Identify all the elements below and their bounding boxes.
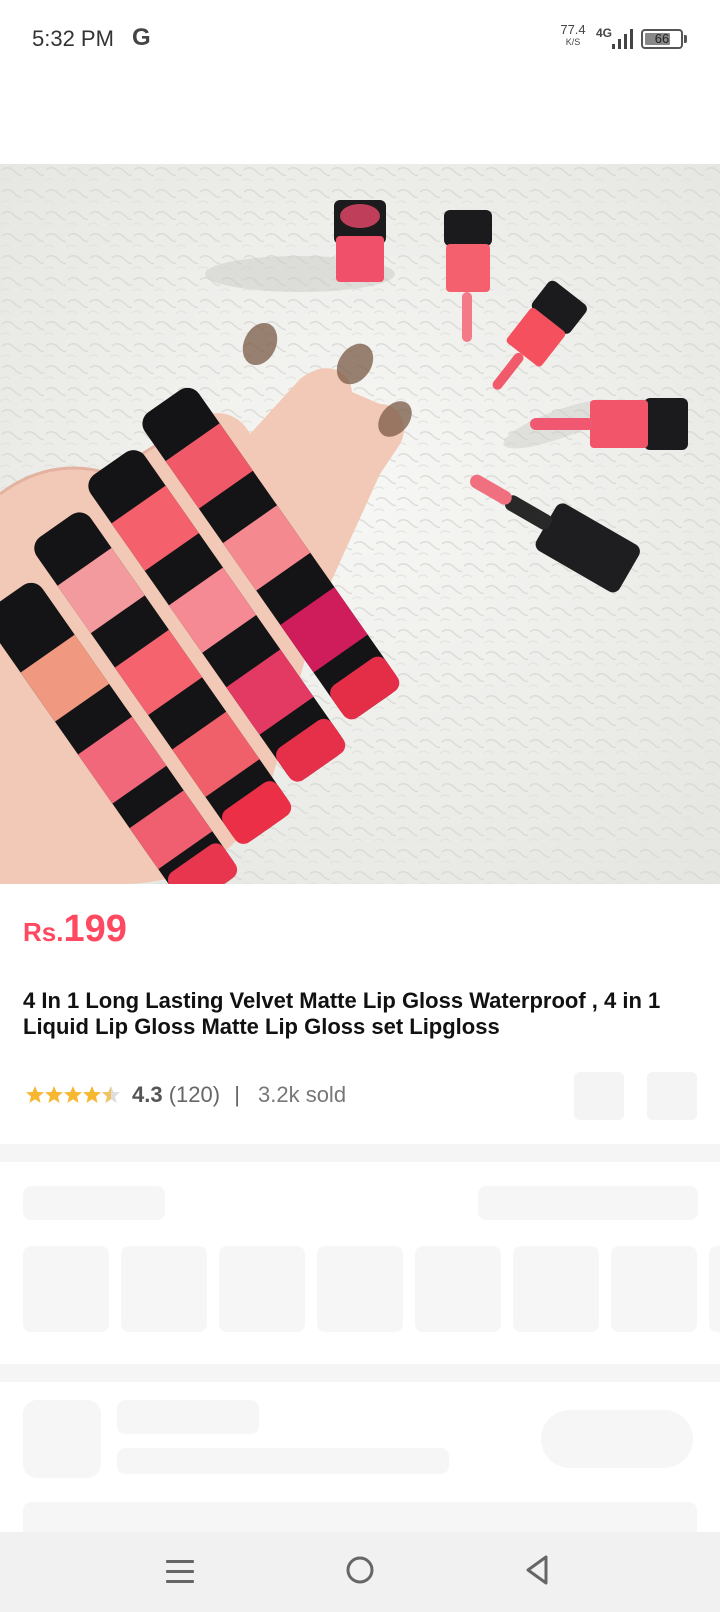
star-icon (26, 1086, 44, 1103)
section-divider (0, 1144, 720, 1162)
network-speed: 77.4 K/S (556, 22, 590, 48)
section-divider (0, 1364, 720, 1382)
network-speed-unit: K/S (565, 37, 581, 47)
rating-separator: | (234, 1082, 240, 1107)
skeleton-thumb (415, 1246, 501, 1332)
price-currency: Rs. (23, 917, 64, 947)
status-time: 5:32 PM (32, 26, 114, 51)
back-triangle-icon[interactable] (524, 1554, 550, 1586)
skeleton-thumb (513, 1246, 599, 1332)
skeleton-line (117, 1400, 259, 1434)
google-icon: G (132, 24, 151, 51)
star-icon (45, 1086, 63, 1103)
skeleton-pill (541, 1410, 693, 1468)
skeleton-thumb (219, 1246, 305, 1332)
battery-icon: 66 (641, 29, 683, 49)
skeleton-label-right (478, 1186, 698, 1220)
skeleton-thumb (121, 1246, 207, 1332)
network-speed-value: 77.4 (560, 22, 586, 37)
skeleton-line (117, 1448, 449, 1474)
share-button[interactable] (574, 1072, 624, 1120)
battery-level: 66 (654, 31, 670, 46)
skeleton-avatar (23, 1400, 101, 1478)
star-icon (83, 1086, 101, 1103)
skeleton-thumb (611, 1246, 697, 1332)
skeleton-thumb (709, 1246, 720, 1332)
product-photo-lipgloss-icon (0, 164, 720, 884)
rating-summary: 4.3 (120) | (132, 1082, 240, 1108)
star-partial-icon (102, 1086, 111, 1103)
menu-icon[interactable] (166, 1556, 194, 1586)
skeleton-thumb (317, 1246, 403, 1332)
battery-nub (684, 35, 687, 43)
wishlist-button[interactable] (647, 1072, 697, 1120)
network-type: 4G (596, 26, 613, 40)
mini-gloss-1 (334, 200, 386, 282)
product-title: 4 In 1 Long Lasting Velvet Matte Lip Glo… (23, 988, 661, 1039)
rating-value: 4.3 (132, 1082, 163, 1107)
rating-stars (26, 1086, 120, 1103)
product-price: Rs.199 (23, 908, 127, 951)
rating-count: (120) (168, 1082, 221, 1107)
system-navigation-bar (0, 1532, 720, 1612)
sold-count: 3.2k sold (258, 1082, 347, 1107)
skeleton-thumb (23, 1246, 109, 1332)
home-circle-icon[interactable] (344, 1554, 376, 1586)
status-bar: 5:32 PM G 77.4 K/S 4G 66 (0, 0, 720, 82)
product-image[interactable] (0, 164, 720, 884)
skeleton-label (23, 1186, 165, 1220)
signal-icon (612, 29, 633, 49)
star-icon (64, 1086, 82, 1103)
price-value: 199 (63, 908, 127, 950)
